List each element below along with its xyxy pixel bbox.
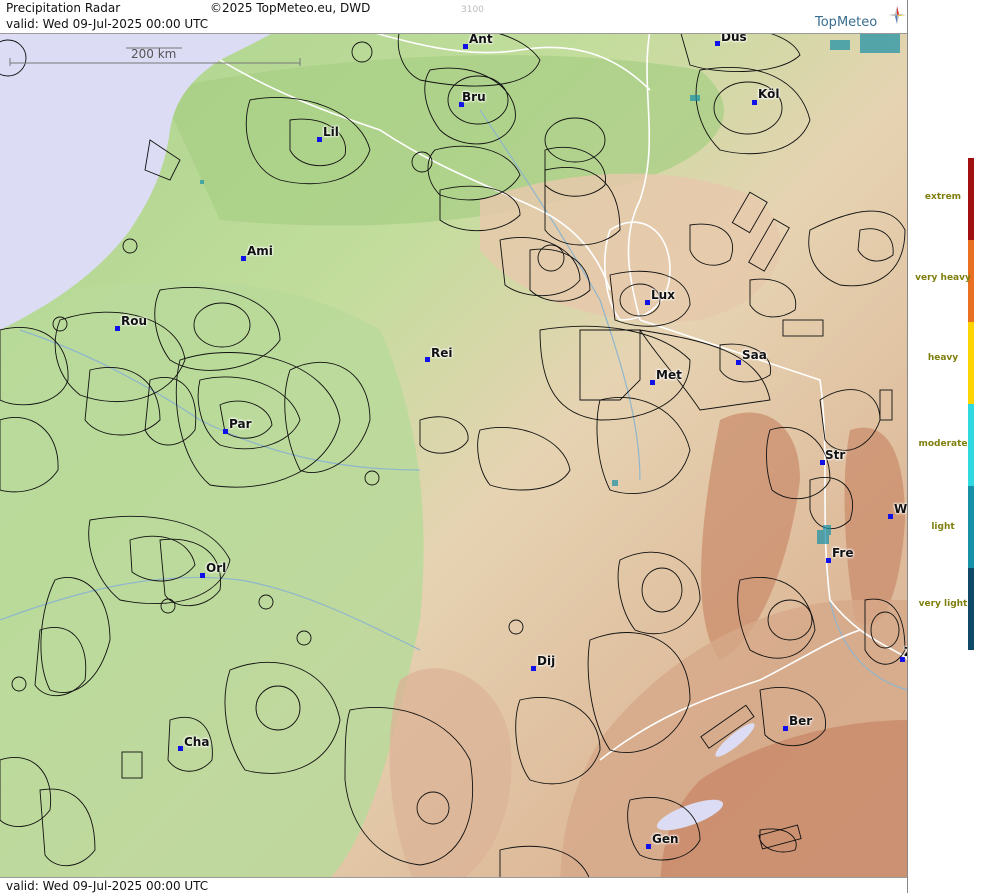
city-dij[interactable]: Dij	[537, 654, 555, 668]
echo-ne-3	[690, 95, 700, 101]
city-str[interactable]: Str	[825, 448, 845, 462]
echo-fre-2	[823, 525, 831, 535]
city-dot-lux	[645, 300, 650, 305]
city-dot-gen	[646, 844, 651, 849]
city-dot-saa	[736, 360, 741, 365]
scale-label: 200 km	[131, 47, 177, 61]
valid-time-bottom: valid: Wed 09-Jul-2025 00:00 UTC	[6, 879, 209, 893]
city-rei[interactable]: Rei	[431, 346, 453, 360]
legend-label-heavy: heavy	[927, 353, 959, 363]
city-kol[interactable]: Köl	[758, 87, 779, 101]
city-dot-fre	[826, 558, 831, 563]
city-saa[interactable]: Saa	[742, 348, 767, 362]
legend-panel: extrem very heavy heavy moderate light v…	[909, 33, 1000, 877]
city-dot-rei	[425, 357, 430, 362]
city-w[interactable]: W	[894, 502, 907, 516]
city-dot-ami	[241, 256, 246, 261]
western-lowlands	[0, 281, 424, 893]
title-bar: Precipitation Radar ©2025 TopMeteo.eu, D…	[0, 0, 907, 34]
echo-ne-1	[860, 33, 900, 53]
city-gen[interactable]: Gen	[652, 832, 679, 846]
city-lux[interactable]: Lux	[651, 288, 675, 302]
copyright-text: ©2025 TopMeteo.eu, DWD	[210, 1, 371, 15]
city-fre[interactable]: Fre	[832, 546, 854, 560]
city-lil[interactable]: Lil	[323, 125, 339, 139]
city-dot-met	[650, 380, 655, 385]
city-z[interactable]: Z	[904, 645, 907, 659]
city-orl[interactable]: Orl	[206, 561, 226, 575]
city-par[interactable]: Par	[229, 417, 252, 431]
city-dot-par	[223, 429, 228, 434]
compass-icon	[888, 6, 906, 24]
valid-time-top: valid: Wed 09-Jul-2025 00:00 UTC	[6, 17, 209, 31]
topmeteo-logo[interactable]: TopMeteo	[815, 15, 877, 31]
city-ber[interactable]: Ber	[789, 714, 812, 728]
legend-label-very-light: very light	[918, 599, 968, 609]
city-dot-rou	[115, 326, 120, 331]
product-code: 3100	[461, 5, 484, 15]
city-dot-dus	[715, 41, 720, 46]
terrain-map[interactable]	[0, 0, 908, 893]
city-cha[interactable]: Cha	[184, 735, 209, 749]
city-rou[interactable]: Rou	[121, 314, 147, 328]
city-dot-orl	[200, 573, 205, 578]
city-dot-dij	[531, 666, 536, 671]
city-dot-ber	[783, 726, 788, 731]
city-dot-cha	[178, 746, 183, 751]
legend-label-moderate: moderate	[918, 439, 968, 449]
legend-label-light: light	[931, 522, 955, 532]
city-dot-ant	[463, 44, 468, 49]
city-ant[interactable]: Ant	[469, 32, 493, 46]
city-dot-lil	[317, 137, 322, 142]
legend-label-extrem: extrem	[924, 192, 962, 202]
echo-met	[612, 480, 618, 486]
city-met[interactable]: Met	[656, 368, 682, 382]
legend-bar-heavy	[968, 322, 974, 404]
city-bru[interactable]: Bru	[462, 90, 486, 104]
valid-bar-bottom: valid: Wed 09-Jul-2025 00:00 UTC	[0, 877, 907, 893]
legend-label-very-heavy: very heavy	[915, 273, 971, 283]
echo-north	[200, 180, 204, 184]
city-dot-kol	[752, 100, 757, 105]
legend-bar-very-light	[968, 568, 974, 650]
city-ami[interactable]: Ami	[247, 244, 273, 258]
map-title: Precipitation Radar	[6, 1, 121, 15]
city-dot-w	[888, 514, 893, 519]
map-frame[interactable]: Ant Düs Bru Köl Lil Ami Rou Lux Rei Saa …	[0, 0, 908, 893]
echo-ne-2	[830, 40, 850, 50]
